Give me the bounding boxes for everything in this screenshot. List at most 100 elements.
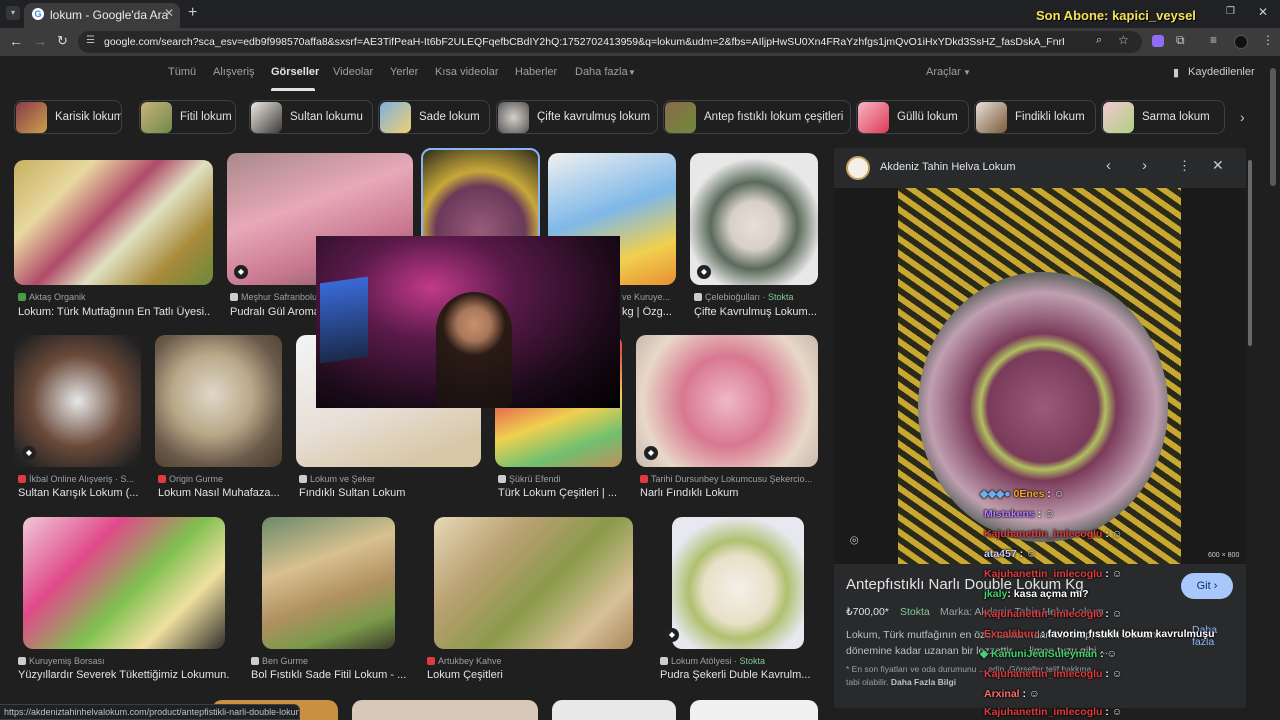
menu-kebab-icon[interactable]: ⋮ xyxy=(1262,33,1274,47)
browser-tab[interactable]: G lokum - Google'da Ara ✕ xyxy=(24,3,180,28)
result-source[interactable]: Ben Gurme xyxy=(251,656,401,666)
puzzle-icon[interactable]: ⧉ xyxy=(1176,33,1185,48)
chips-next-icon[interactable]: › xyxy=(1240,109,1245,125)
tab-close-icon[interactable]: ✕ xyxy=(164,6,174,20)
chip-thumbnail xyxy=(858,102,889,133)
result-title[interactable]: Yüzyıllardır Severek Tükettiğimiz Lokumu… xyxy=(18,669,230,681)
result-image-5[interactable] xyxy=(690,153,818,285)
status-url: https://akdeniztahinhelvalokum.com/produ… xyxy=(4,707,300,717)
tab-short-videos[interactable]: Kısa videolar xyxy=(435,66,499,78)
chip-findikli[interactable]: Findikli lokum xyxy=(974,100,1096,134)
chip-fitil[interactable]: Fitil lokum xyxy=(139,100,236,134)
source-favicon-icon xyxy=(158,475,166,483)
result-source[interactable]: Artukbey Kahve xyxy=(427,656,627,666)
tab-news[interactable]: Haberler xyxy=(515,66,557,78)
result-source[interactable]: Lokum ve Şeker xyxy=(299,474,479,484)
result-title[interactable]: Türk Lokum Çeşitleri | ... xyxy=(498,487,622,499)
result-source[interactable]: Şükrü Efendi xyxy=(498,474,622,484)
result-title[interactable]: Bol Fıstıklı Sade Fitil Lokum - ... xyxy=(251,669,407,681)
result-title[interactable]: kg | Özg... xyxy=(622,306,682,318)
result-title[interactable]: Fındıklı Sultan Lokum xyxy=(299,487,479,499)
next-result-icon[interactable]: › xyxy=(1142,157,1147,174)
source-favicon-icon xyxy=(251,657,259,665)
tab-search-button[interactable]: ▾ xyxy=(6,6,20,20)
reload-icon[interactable]: ↻ xyxy=(57,33,68,49)
result-source[interactable]: Tarihi Dursunbey Lokumcusu Şekercio... xyxy=(640,474,818,484)
emote-icon: ☺ xyxy=(1111,608,1123,620)
saved-icon[interactable]: ▮ xyxy=(1173,66,1179,79)
back-icon[interactable]: ← xyxy=(9,33,23,49)
result-title[interactable]: Lokum: Türk Mutfağının En Tatlı Üyesi... xyxy=(18,306,210,318)
emote-icon: ☺ xyxy=(1111,528,1123,540)
chip-karisik[interactable]: Karisik lokum xyxy=(14,100,122,134)
result-source[interactable]: Aktaş Organik xyxy=(18,292,210,302)
result-title[interactable]: Çifte Kavrulmuş Lokum... xyxy=(694,306,822,318)
panel-scrollbar[interactable] xyxy=(1248,160,1252,346)
result-title[interactable]: Lokum Çeşitleri xyxy=(427,669,627,681)
chip-sarma[interactable]: Sarma lokum xyxy=(1101,100,1225,134)
result-source[interactable]: Çelebioğulları · Stokta xyxy=(694,292,824,302)
profile-avatar-icon[interactable] xyxy=(1234,35,1248,49)
media-icon[interactable]: ≡ xyxy=(1210,33,1217,47)
address-bar[interactable]: ☰ google.com/search?sca_esv=edb9f998570a… xyxy=(78,31,1142,53)
more-info-link[interactable]: Daha Fazla Bilgi xyxy=(891,677,956,687)
tab-all[interactable]: Tümü xyxy=(168,66,196,78)
chip-sade[interactable]: Sade lokum xyxy=(378,100,490,134)
shopping-tag-icon: ◆ xyxy=(644,446,658,460)
result-source[interactable]: İkbal Online Alışveriş · S... xyxy=(18,474,142,484)
result-image-13[interactable] xyxy=(434,517,633,649)
tab-places[interactable]: Yerler xyxy=(390,66,418,78)
chat-line: Kajuhanettin_imlecoglu : ☺ xyxy=(984,568,1123,580)
result-image-18[interactable] xyxy=(690,700,818,720)
zoom-icon[interactable]: ⌕ xyxy=(1096,34,1102,47)
window-restore-icon[interactable]: ❐ xyxy=(1226,6,1235,17)
result-title[interactable]: Lokum Nasıl Muhafaza... xyxy=(158,487,282,499)
result-title[interactable]: Pudra Şekerli Duble Kavrulm... xyxy=(660,669,820,681)
result-image-1[interactable] xyxy=(14,160,213,285)
result-image-10[interactable] xyxy=(636,335,818,467)
new-tab-button[interactable]: + xyxy=(188,4,197,22)
page-scrollbar[interactable] xyxy=(1270,68,1276,186)
tab-images[interactable]: Görseller xyxy=(271,66,319,78)
chip-sultan[interactable]: Sultan lokumu xyxy=(249,100,373,134)
window-close-icon[interactable]: ✕ xyxy=(1258,5,1268,19)
result-source[interactable]: Origin Gurme xyxy=(158,474,282,484)
extension-icon[interactable] xyxy=(1152,35,1164,47)
saved-button[interactable]: Kaydedilenler xyxy=(1188,66,1255,78)
chip-thumbnail xyxy=(498,102,529,133)
result-image-12[interactable] xyxy=(262,517,395,649)
chat-line: Arxinal : ☺ xyxy=(984,688,1040,700)
chip-antep[interactable]: Antep fıstıklı lokum çeşitleri xyxy=(663,100,851,134)
lens-search-icon[interactable]: ⌾ xyxy=(850,532,858,549)
more-options-icon[interactable]: ⋮ xyxy=(1178,158,1191,174)
result-title[interactable]: Pudralı Gül Aroma... xyxy=(230,306,318,318)
forward-icon[interactable]: → xyxy=(33,33,47,49)
result-image-14[interactable] xyxy=(672,517,804,649)
tab-shopping[interactable]: Alışveriş xyxy=(213,66,255,78)
result-source[interactable]: Lokum Atölyesi · Stokta xyxy=(660,656,820,666)
result-image-7[interactable] xyxy=(155,335,282,467)
result-title[interactable]: Narlı Fındıklı Lokum xyxy=(640,487,818,499)
emote-icon: ☺ xyxy=(1111,668,1123,680)
result-image-17[interactable] xyxy=(552,700,676,720)
result-source[interactable]: Kuruyemiş Borsası xyxy=(18,656,228,666)
tab-more[interactable]: Daha fazla xyxy=(575,66,628,78)
result-source[interactable]: ve Kuruye... xyxy=(622,292,682,302)
site-info-icon[interactable]: ☰ xyxy=(86,35,95,46)
result-source[interactable]: Meşhur Safranbolu xyxy=(230,292,320,302)
close-preview-icon[interactable]: ✕ xyxy=(1212,157,1224,174)
site-logo-icon xyxy=(846,156,870,180)
result-image-11[interactable] xyxy=(23,517,225,649)
tools-button[interactable]: Araçlar xyxy=(926,66,961,78)
result-image-16[interactable] xyxy=(352,700,538,720)
status-bar: https://akdeniztahinhelvalokum.com/produ… xyxy=(0,704,300,720)
preview-site-name[interactable]: Akdeniz Tahin Helva Lokum xyxy=(880,161,1016,173)
chip-gullu[interactable]: Güllü lokum xyxy=(856,100,969,134)
chip-cifte-kavrulmus[interactable]: Çifte kavrulmuş lokum xyxy=(496,100,658,134)
tab-videos[interactable]: Videolar xyxy=(333,66,373,78)
bookmark-star-icon[interactable]: ☆ xyxy=(1118,33,1129,47)
monitor-screen xyxy=(320,276,368,364)
chat-line: Mistakens : ☺ xyxy=(984,508,1055,520)
result-title[interactable]: Sultan Karışık Lokum (... xyxy=(18,487,142,499)
prev-result-icon[interactable]: ‹ xyxy=(1106,157,1111,174)
